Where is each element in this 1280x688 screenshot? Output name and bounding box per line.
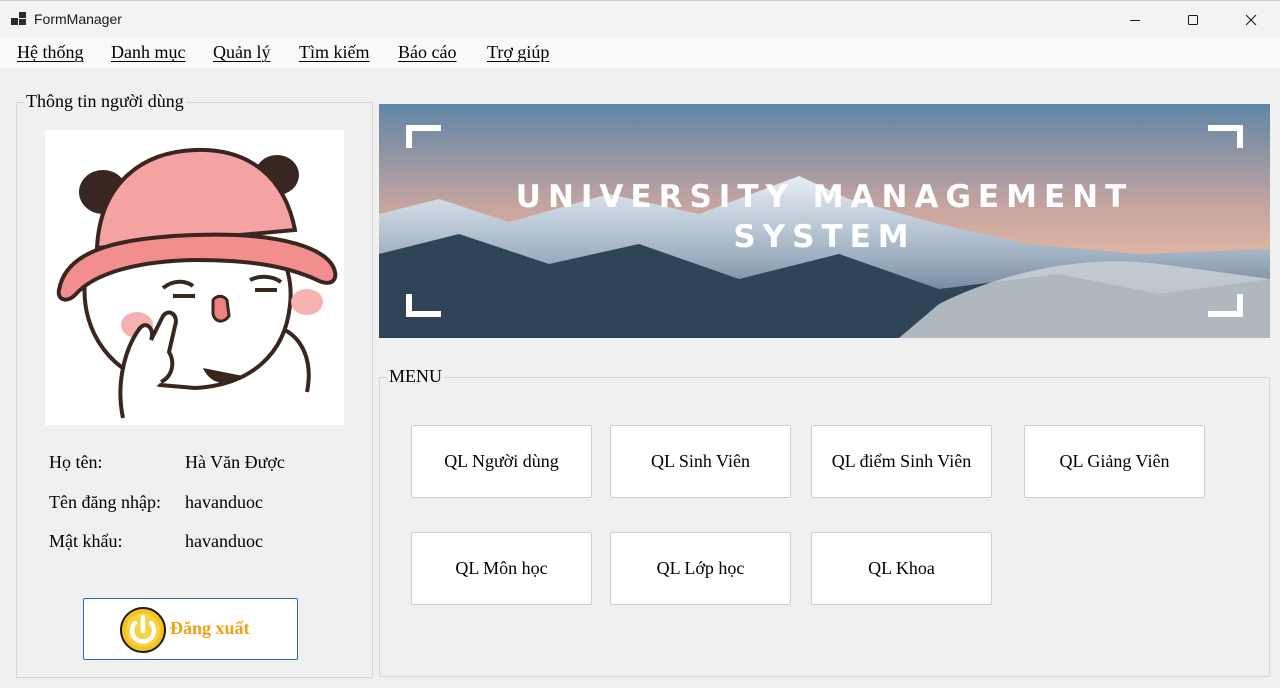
close-button[interactable] [1222, 1, 1280, 39]
password-label: Mật khẩu: [49, 531, 123, 551]
logout-label: Đăng xuất [170, 618, 250, 638]
ql-khoa-button[interactable]: QL Khoa [811, 532, 992, 605]
username-label: Tên đăng nhập: [49, 492, 161, 512]
menu-tim-kiem[interactable]: Tìm kiếm [299, 42, 370, 63]
banner: UNIVERSITY MANAGEMENT SYSTEM [379, 104, 1270, 338]
maximize-button[interactable] [1164, 1, 1222, 39]
ql-giang-vien-button[interactable]: QL Giảng Viên [1024, 425, 1205, 498]
minimize-icon [1130, 20, 1140, 21]
maximize-icon [1188, 15, 1198, 25]
minimize-button[interactable] [1106, 1, 1164, 39]
ql-nguoi-dung-button[interactable]: QL Người dùng [411, 425, 592, 498]
menu-legend: MENU [387, 366, 444, 387]
menu-bao-cao[interactable]: Báo cáo [398, 42, 456, 63]
menu-tro-giup[interactable]: Trợ giúp [487, 42, 549, 63]
ql-diem-sinh-vien-button[interactable]: QL điểm Sinh Viên [811, 425, 992, 498]
banner-title-line1: UNIVERSITY MANAGEMENT [515, 179, 1134, 215]
window-title: FormManager [34, 11, 122, 27]
avatar [45, 130, 344, 425]
ql-sinh-vien-button[interactable]: QL Sinh Viên [610, 425, 791, 498]
password-value: havanduoc [185, 531, 263, 551]
menu-group [379, 377, 1270, 677]
app-windows-icon [11, 12, 26, 25]
menu-he-thong[interactable]: Hệ thống [17, 42, 84, 63]
user-info-legend: Thông tin người dùng [24, 91, 186, 112]
ql-mon-hoc-button[interactable]: QL Môn học [411, 532, 592, 605]
ql-lop-hoc-button[interactable]: QL Lớp học [610, 532, 791, 605]
full-name-value: Hà Văn Được [185, 452, 285, 472]
menu-quan-ly[interactable]: Quản lý [213, 42, 271, 63]
menu-danh-muc[interactable]: Danh mục [111, 42, 185, 63]
username-value: havanduoc [185, 492, 263, 512]
close-icon [1245, 14, 1257, 26]
banner-title-line2: SYSTEM [733, 219, 916, 255]
title-bar: FormManager [0, 0, 1280, 38]
full-name-label: Họ tên: [49, 452, 103, 472]
cartoon-avatar-pink-hat [56, 147, 338, 419]
power-icon [120, 607, 166, 653]
menu-bar: Hệ thống Danh mục Quản lý Tìm kiếm Báo c… [0, 38, 1280, 68]
logout-button[interactable]: Đăng xuất [83, 598, 298, 660]
